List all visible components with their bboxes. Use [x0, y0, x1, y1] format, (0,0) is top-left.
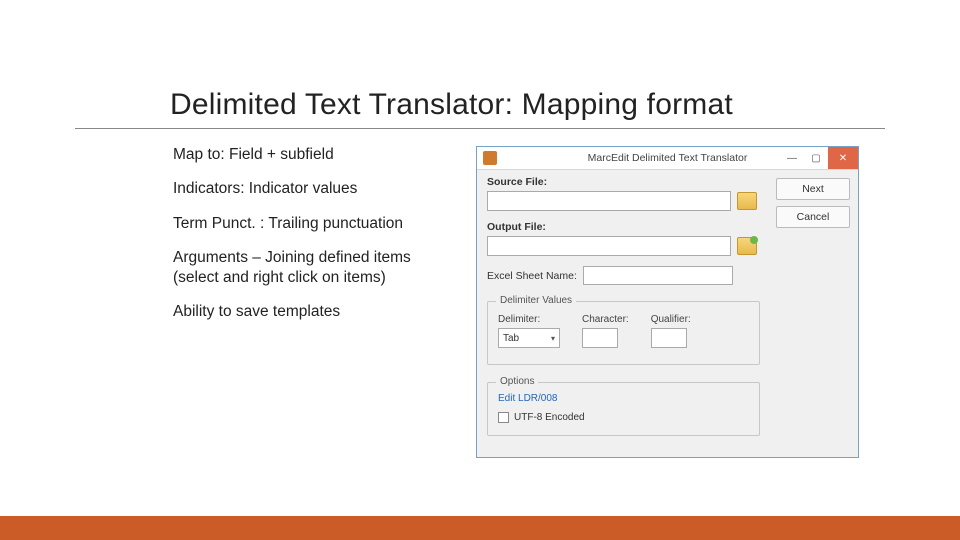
- titlebar: MarcEdit Delimited Text Translator — ▢ ✕: [477, 147, 858, 170]
- output-file-label: Output File:: [487, 221, 757, 233]
- bullet-item: Indicators: Indicator values: [173, 179, 458, 198]
- delimiter-select[interactable]: Tab ▾: [498, 328, 560, 348]
- options-legend: Options: [496, 376, 538, 387]
- title-underline: [75, 128, 885, 129]
- excel-sheet-input[interactable]: [583, 266, 733, 285]
- bullet-item: Map to: Field + subfield: [173, 145, 458, 164]
- slide: Delimited Text Translator: Mapping forma…: [0, 0, 960, 540]
- chevron-down-icon: ▾: [551, 334, 555, 343]
- character-label: Character:: [582, 314, 629, 325]
- delimiter-values-group: Delimiter Values Delimiter: Tab ▾ Charac…: [487, 301, 760, 365]
- output-file-input[interactable]: [487, 236, 731, 256]
- slide-title: Delimited Text Translator: Mapping forma…: [170, 88, 733, 122]
- delimiter-label: Delimiter:: [498, 314, 560, 325]
- qualifier-input[interactable]: [651, 328, 687, 348]
- edit-ldr-link[interactable]: Edit LDR/008: [498, 393, 749, 404]
- next-button[interactable]: Next: [776, 178, 850, 200]
- character-input[interactable]: [582, 328, 618, 348]
- source-file-label: Source File:: [487, 176, 757, 188]
- dialog-screenshot: MarcEdit Delimited Text Translator — ▢ ✕…: [476, 146, 859, 458]
- delimiter-values-legend: Delimiter Values: [496, 295, 576, 306]
- bullet-list: Map to: Field + subfield Indicators: Ind…: [173, 145, 458, 321]
- browse-output-icon[interactable]: [737, 237, 757, 255]
- delimiter-value: Tab: [503, 333, 519, 344]
- excel-sheet-label: Excel Sheet Name:: [487, 270, 577, 282]
- form-area: Source File: Output File: Excel Sheet Na…: [487, 176, 757, 285]
- utf8-label: UTF-8 Encoded: [514, 412, 585, 423]
- utf8-checkbox[interactable]: [498, 412, 509, 423]
- cancel-button[interactable]: Cancel: [776, 206, 850, 228]
- window-title: MarcEdit Delimited Text Translator: [477, 152, 858, 164]
- qualifier-label: Qualifier:: [651, 314, 691, 325]
- bullet-item: Term Punct. : Trailing punctuation: [173, 214, 458, 233]
- browse-source-icon[interactable]: [737, 192, 757, 210]
- options-group: Options Edit LDR/008 UTF-8 Encoded: [487, 382, 760, 436]
- bullet-item: Arguments – Joining defined items (selec…: [173, 248, 458, 287]
- dialog-body: Next Cancel Source File: Output File: Ex…: [477, 170, 858, 457]
- source-file-input[interactable]: [487, 191, 731, 211]
- side-buttons: Next Cancel: [776, 178, 850, 228]
- footer-accent-bar: [0, 516, 960, 540]
- bullet-item: Ability to save templates: [173, 302, 458, 321]
